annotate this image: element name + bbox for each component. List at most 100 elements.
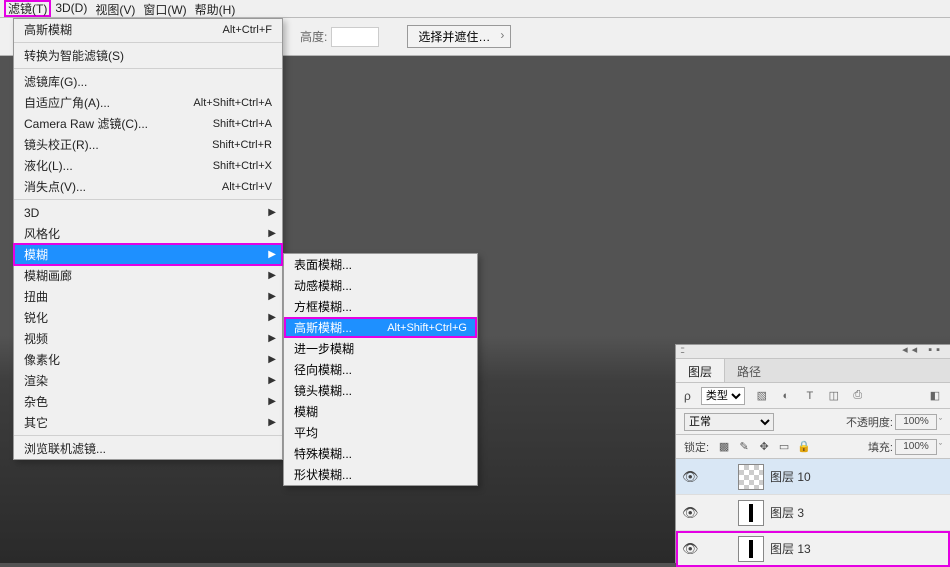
submenu-arrow-icon: ▶ <box>268 396 276 407</box>
visibility-eye-icon[interactable]: 👁 <box>682 469 698 485</box>
menubar-item-1[interactable]: 3D(D) <box>51 0 91 17</box>
tab-layers[interactable]: 图层 <box>676 359 725 382</box>
lock-move-icon[interactable]: ✥ <box>757 440 771 453</box>
layer-row[interactable]: 👁 图层 13 <box>676 531 950 567</box>
layer-row[interactable]: 👁 图层 3 <box>676 495 950 531</box>
filter-menu-item[interactable]: 转换为智能滤镜(S) <box>14 45 282 66</box>
layer-thumbnail[interactable] <box>738 464 764 490</box>
layer-thumbnail[interactable] <box>738 500 764 526</box>
blur-submenu-item[interactable]: 径向模糊... <box>284 359 477 380</box>
filter-menu-item[interactable]: 视频▶ <box>14 328 282 349</box>
filter-toggle-icon[interactable]: ◧ <box>928 389 942 403</box>
panel-collapse-icons[interactable]: ◂◂ ▪▪ <box>902 343 944 356</box>
menu-item-label: 形状模糊... <box>294 466 467 483</box>
panel-tabs: 图层 路径 <box>676 359 950 383</box>
submenu-arrow-icon: ▶ <box>268 354 276 365</box>
blur-submenu-item[interactable]: 特殊模糊... <box>284 443 477 464</box>
filter-menu-item[interactable]: 杂色▶ <box>14 391 282 412</box>
panel-grip-icon: :::: <box>680 345 683 356</box>
filter-menu-item[interactable]: 浏览联机滤镜... <box>14 438 282 459</box>
menubar-item-3[interactable]: 窗口(W) <box>139 0 190 17</box>
opacity-value[interactable]: 100% <box>895 414 937 430</box>
blur-submenu-item[interactable]: 动感模糊... <box>284 275 477 296</box>
filter-text-icon[interactable]: T <box>803 389 817 403</box>
filter-adjust-icon[interactable]: ◐ <box>779 389 793 403</box>
lock-all-icon[interactable]: 🔒 <box>797 440 811 453</box>
blur-submenu-item[interactable]: 进一步模糊 <box>284 338 477 359</box>
opacity-chevron-icon[interactable]: ˇ <box>939 417 942 427</box>
menu-shortcut: Shift+Ctrl+A <box>213 118 272 130</box>
filter-menu-item[interactable]: 模糊画廊▶ <box>14 265 282 286</box>
filter-image-icon[interactable]: ▧ <box>755 389 769 403</box>
menu-item-label: 表面模糊... <box>294 256 467 273</box>
submenu-arrow-icon: ▶ <box>268 417 276 428</box>
layer-filter-row: ρ 类型 ▧ ◐ T ◫ ⎙ ◧ <box>676 383 950 409</box>
blend-mode-select[interactable]: 正常 <box>684 413 774 431</box>
filter-menu-item[interactable]: 像素化▶ <box>14 349 282 370</box>
filter-menu-item[interactable]: 消失点(V)...Alt+Ctrl+V <box>14 176 282 197</box>
lock-transparency-icon[interactable]: ▩ <box>717 440 731 453</box>
menu-item-label: 渲染 <box>24 372 272 389</box>
panel-drag-bar[interactable]: :::: ◂◂ ▪▪ <box>676 345 950 359</box>
filter-menu-item[interactable]: Camera Raw 滤镜(C)...Shift+Ctrl+A <box>14 113 282 134</box>
filter-shape-icon[interactable]: ◫ <box>827 389 841 403</box>
menu-item-label: 消失点(V)... <box>24 178 222 195</box>
layer-name[interactable]: 图层 10 <box>770 468 811 485</box>
menu-item-label: 方框模糊... <box>294 298 467 315</box>
fill-chevron-icon[interactable]: ˇ <box>939 442 942 452</box>
layer-name[interactable]: 图层 13 <box>770 540 811 557</box>
height-input[interactable] <box>331 27 379 47</box>
menubar-item-0[interactable]: 滤镜(T) <box>4 0 51 17</box>
filter-smart-icon[interactable]: ⎙ <box>851 389 865 403</box>
blur-submenu-item[interactable]: 表面模糊... <box>284 254 477 275</box>
menu-item-label: 平均 <box>294 424 467 441</box>
filter-menu-item[interactable]: 其它▶ <box>14 412 282 433</box>
menu-shortcut: Alt+Ctrl+F <box>222 24 272 36</box>
filter-menu-item[interactable]: 3D▶ <box>14 202 282 223</box>
filter-menu-item[interactable]: 自适应广角(A)...Alt+Shift+Ctrl+A <box>14 92 282 113</box>
menubar-item-4[interactable]: 帮助(H) <box>191 0 240 17</box>
menu-item-label: 滤镜库(G)... <box>24 73 272 90</box>
lock-row: 锁定: ▩ ✎ ✥ ▭ 🔒 填充: 100% ˇ <box>676 435 950 459</box>
menu-item-label: 锐化 <box>24 309 272 326</box>
filter-menu-item[interactable]: 模糊▶ <box>14 244 282 265</box>
blur-submenu-item[interactable]: 模糊 <box>284 401 477 422</box>
filter-menu-item[interactable]: 扭曲▶ <box>14 286 282 307</box>
layer-thumbnail[interactable] <box>738 536 764 562</box>
layer-name[interactable]: 图层 3 <box>770 504 804 521</box>
filter-menu-item[interactable]: 滤镜库(G)... <box>14 71 282 92</box>
filter-kind-select[interactable]: 类型 <box>701 387 745 405</box>
blur-submenu-item[interactable]: 平均 <box>284 422 477 443</box>
blur-submenu-item[interactable]: 镜头模糊... <box>284 380 477 401</box>
menu-item-label: 特殊模糊... <box>294 445 467 462</box>
menu-item-label: 模糊 <box>24 246 272 263</box>
filter-menu-item[interactable]: 风格化▶ <box>14 223 282 244</box>
visibility-eye-icon[interactable]: 👁 <box>682 541 698 557</box>
select-and-mask-button[interactable]: 选择并遮住… <box>407 25 511 48</box>
lock-brush-icon[interactable]: ✎ <box>737 440 751 453</box>
menu-shortcut: Alt+Shift+Ctrl+A <box>193 97 272 109</box>
menubar-item-2[interactable]: 视图(V) <box>91 0 139 17</box>
menu-item-label: 自适应广角(A)... <box>24 94 193 111</box>
menu-item-label: 视频 <box>24 330 272 347</box>
menu-separator <box>14 68 282 69</box>
tab-paths[interactable]: 路径 <box>725 359 773 382</box>
visibility-eye-icon[interactable]: 👁 <box>682 505 698 521</box>
menu-item-label: 进一步模糊 <box>294 340 467 357</box>
filter-menu-item[interactable]: 渲染▶ <box>14 370 282 391</box>
filter-menu-item[interactable]: 镜头校正(R)...Shift+Ctrl+R <box>14 134 282 155</box>
fill-label: 填充: <box>868 439 893 455</box>
blur-submenu-item[interactable]: 高斯模糊...Alt+Shift+Ctrl+G <box>284 317 477 338</box>
lock-artboard-icon[interactable]: ▭ <box>777 440 791 453</box>
blur-submenu-item[interactable]: 形状模糊... <box>284 464 477 485</box>
fill-value[interactable]: 100% <box>895 439 937 455</box>
lock-label: 锁定: <box>684 439 709 455</box>
menu-item-label: 镜头模糊... <box>294 382 467 399</box>
layer-row[interactable]: 👁 图层 10 <box>676 459 950 495</box>
filter-menu-item[interactable]: 液化(L)...Shift+Ctrl+X <box>14 155 282 176</box>
submenu-arrow-icon: ▶ <box>268 312 276 323</box>
blur-submenu-item[interactable]: 方框模糊... <box>284 296 477 317</box>
submenu-arrow-icon: ▶ <box>268 249 276 260</box>
filter-menu-item[interactable]: 锐化▶ <box>14 307 282 328</box>
filter-menu-item[interactable]: 高斯模糊Alt+Ctrl+F <box>14 19 282 40</box>
